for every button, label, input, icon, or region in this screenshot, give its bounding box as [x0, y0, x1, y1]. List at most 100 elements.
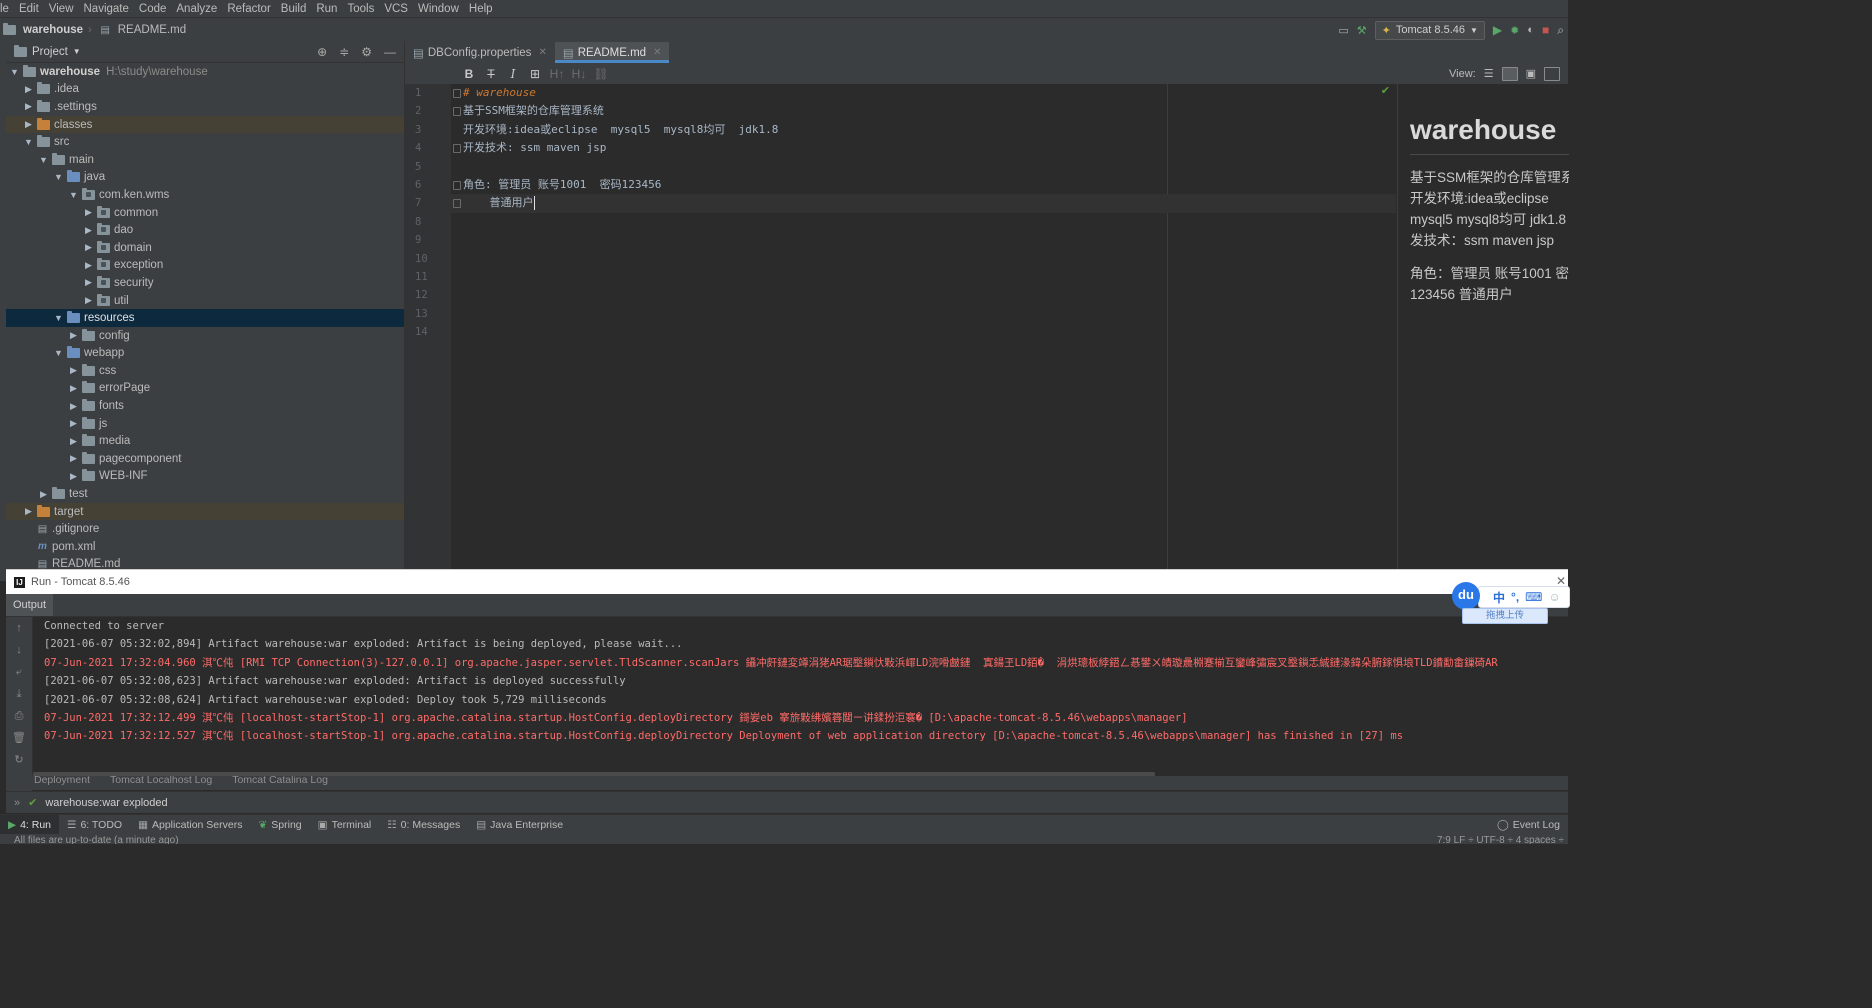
ime-user-icon[interactable]: ☺	[1548, 590, 1560, 604]
hide-icon[interactable]: —	[384, 45, 396, 59]
tool-window-messages[interactable]: ☷ 0: Messages	[379, 815, 468, 835]
tree-node-readme[interactable]: ▤ README.md	[6, 556, 404, 569]
tree-node-pagecomponent[interactable]: ▶ pagecomponent	[6, 450, 404, 468]
status-widgets[interactable]: 7:9 LF ÷ UTF-8 ÷ 4 spaces ÷	[1437, 835, 1564, 844]
menu-build[interactable]: Build	[276, 3, 312, 15]
tree-node-test[interactable]: ▶ test	[6, 485, 404, 503]
tree-node-classes[interactable]: ▶ classes	[6, 115, 404, 134]
tree-node-media[interactable]: ▶ media	[6, 432, 404, 450]
console-output[interactable]: Connected to server [2021-06-07 05:32:02…	[33, 617, 1568, 772]
tab-deployment[interactable]: Deployment	[6, 776, 100, 786]
tree-node-idea[interactable]: ▶ .idea	[6, 81, 404, 99]
tree-node-com-ken-wms[interactable]: ▼ com.ken.wms	[6, 186, 404, 204]
ime-bar[interactable]: 中 °, ⌨ ☺	[1478, 586, 1570, 608]
menu-help[interactable]: Help	[464, 3, 498, 15]
tab-dbconfig-properties[interactable]: ▤ DBConfig.properties ✕	[405, 42, 555, 63]
tree-node-dao[interactable]: ▶ dao	[6, 221, 404, 239]
strikethrough-icon[interactable]: T	[480, 67, 502, 81]
breadcrumb-project[interactable]: warehouse	[0, 23, 86, 36]
scroll-down-icon[interactable]: ↓	[6, 639, 32, 661]
tree-node-common[interactable]: ▶ common	[6, 204, 404, 222]
menu-file[interactable]: le	[0, 3, 14, 15]
gear-icon[interactable]: ⚙	[361, 45, 372, 59]
italic-icon[interactable]: I	[502, 67, 524, 81]
deployment-row[interactable]: » ✔ warehouse:war exploded	[6, 791, 1568, 813]
scroll-to-end-icon[interactable]: ⤓	[6, 683, 32, 705]
tree-node-pom-xml[interactable]: m pom.xml	[6, 538, 404, 556]
project-view-selector[interactable]: Project ▼	[14, 44, 81, 58]
run-configuration-select[interactable]: ✦ Tomcat 8.5.46 ▼	[1374, 20, 1485, 40]
ime-keyboard-icon[interactable]: ⌨	[1525, 590, 1542, 604]
soft-wrap-icon[interactable]: ⤶	[6, 661, 32, 683]
tree-node-main[interactable]: ▼ main	[6, 151, 404, 169]
tree-node-fonts[interactable]: ▶ fonts	[6, 397, 404, 415]
breadcrumb-file[interactable]: ▤ README.md	[94, 24, 189, 37]
editor-only-icon[interactable]: ☰	[1484, 67, 1494, 80]
code-editor[interactable]: ✔ # warehouse 基于SSM框架的仓库管理系统 开发环境:idea或e…	[451, 84, 1396, 569]
tree-node-errorpage[interactable]: ▶ errorPage	[6, 380, 404, 398]
locate-icon[interactable]: ⊕	[317, 45, 327, 59]
tab-tomcat-localhost-log[interactable]: Tomcat Localhost Log	[100, 776, 222, 786]
tree-node-target[interactable]: ▶ target	[6, 502, 404, 521]
tool-window-spring[interactable]: ❦ Spring	[250, 815, 309, 835]
menu-refactor[interactable]: Refactor	[222, 3, 275, 15]
tool-window-terminal[interactable]: ▣ Terminal	[310, 815, 380, 835]
tree-node-css[interactable]: ▶ css	[6, 362, 404, 380]
code-icon[interactable]: ⊞	[524, 67, 546, 81]
menu-tools[interactable]: Tools	[342, 3, 379, 15]
tree-node-gitignore[interactable]: ▤ .gitignore	[6, 520, 404, 538]
menu-run[interactable]: Run	[311, 3, 342, 15]
split-view-icon[interactable]	[1501, 66, 1518, 81]
clear-all-icon[interactable]: 🗑	[6, 727, 32, 749]
tree-node-util[interactable]: ▶ util	[6, 292, 404, 310]
bold-icon[interactable]: B	[458, 67, 480, 81]
ime-punctuation-icon[interactable]: °,	[1511, 590, 1519, 604]
menu-navigate[interactable]: Navigate	[79, 3, 134, 15]
restart-icon[interactable]: ↻	[6, 749, 32, 771]
ime-language-toggle[interactable]: 中	[1493, 589, 1505, 606]
tree-node-config[interactable]: ▶ config	[6, 327, 404, 345]
menu-window[interactable]: Window	[413, 3, 464, 15]
build-hammer-icon[interactable]: ⚒	[1357, 24, 1367, 37]
debug-icon[interactable]: ✹	[1510, 24, 1519, 37]
tree-node-js[interactable]: ▶ js	[6, 415, 404, 433]
tree-node-resources[interactable]: ▼ resources	[6, 309, 404, 327]
tool-window-application-servers[interactable]: ▦ Application Servers	[130, 815, 250, 835]
run-icon[interactable]: ▶	[1493, 23, 1502, 37]
tree-node-web-inf[interactable]: ▶ WEB-INF	[6, 468, 404, 486]
layout-toggle-icon[interactable]	[1544, 66, 1560, 81]
tree-node-security[interactable]: ▶ security	[6, 274, 404, 292]
tree-node-warehouse[interactable]: ▼ warehouse H:\study\warehouse	[6, 63, 404, 81]
more-icon[interactable]: »	[14, 797, 20, 809]
search-everywhere-icon[interactable]: ⌕	[1557, 23, 1564, 38]
ime-drag-upload-label[interactable]: 拖拽上传	[1462, 608, 1548, 624]
tree-node-webapp[interactable]: ▼ webapp	[6, 345, 404, 363]
tool-window-todo[interactable]: ☰ 6: TODO	[59, 815, 130, 835]
tool-window-event-log[interactable]: ◯ Event Log	[1489, 815, 1568, 835]
coverage-icon[interactable]: ◐	[1527, 24, 1534, 36]
print-icon[interactable]: ⎙	[6, 705, 32, 727]
tab-tomcat-catalina-log[interactable]: Tomcat Catalina Log	[222, 776, 338, 786]
tab-readme-md[interactable]: ▤ README.md ✕	[554, 42, 670, 63]
menu-view[interactable]: View	[44, 3, 79, 15]
tree-node-java[interactable]: ▼ java	[6, 169, 404, 187]
tab-output[interactable]: Output	[6, 594, 54, 616]
preview-only-icon[interactable]: ▣	[1526, 67, 1536, 80]
tool-window-java-enterprise[interactable]: ▤ Java Enterprise	[468, 815, 571, 835]
ime-logo[interactable]: du	[1452, 582, 1480, 610]
tree-node-exception[interactable]: ▶ exception	[6, 257, 404, 275]
collapse-all-icon[interactable]: ≑	[339, 45, 349, 59]
tree-node-src[interactable]: ▼ src	[6, 133, 404, 151]
scroll-up-icon[interactable]: ↑	[6, 617, 32, 639]
stop-icon[interactable]: ■	[1542, 23, 1549, 37]
close-icon[interactable]: ✕	[538, 47, 546, 58]
menu-edit[interactable]: Edit	[14, 3, 44, 15]
menu-code[interactable]: Code	[134, 3, 172, 15]
menu-analyze[interactable]: Analyze	[171, 3, 222, 15]
tree-node-settings[interactable]: ▶ .settings	[6, 98, 404, 116]
menu-vcs[interactable]: VCS	[379, 3, 413, 15]
close-icon[interactable]: ✕	[653, 47, 661, 58]
tool-window-run[interactable]: ▶ 4: Run	[0, 815, 60, 835]
tree-node-domain[interactable]: ▶ domain	[6, 239, 404, 257]
layout-icon[interactable]: ▭	[1338, 24, 1348, 37]
